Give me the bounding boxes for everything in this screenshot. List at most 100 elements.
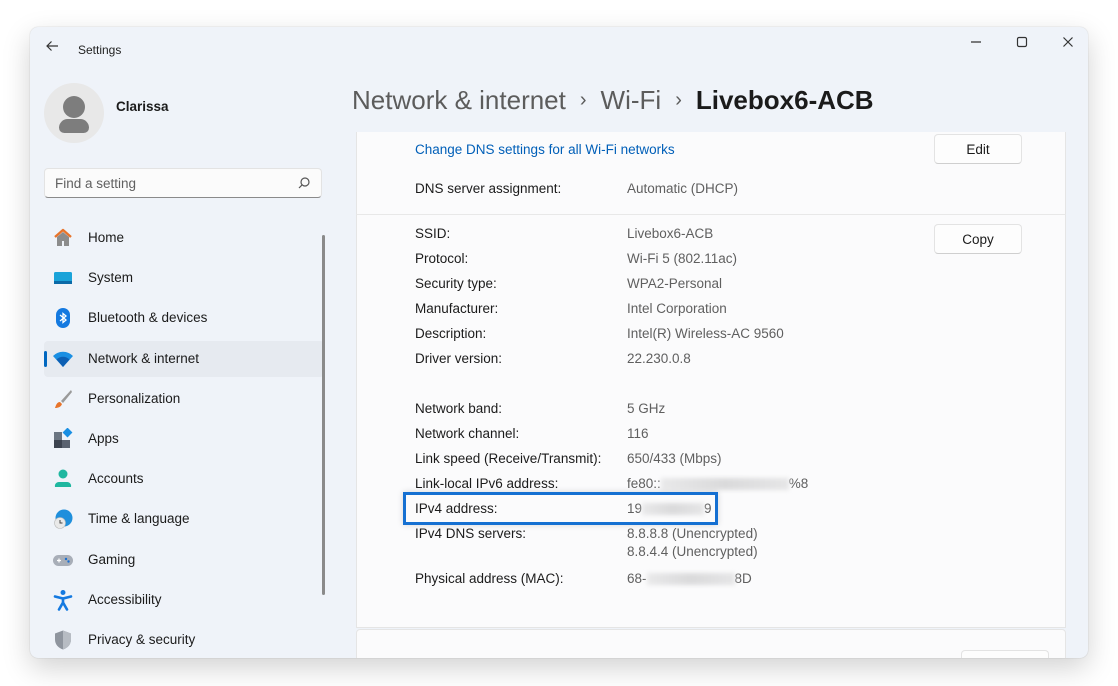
- sidebar-item-network[interactable]: Network & internet: [44, 340, 324, 377]
- row-value: 8.8.8.8 (Unencrypted): [627, 526, 758, 541]
- row-value: 5 GHz: [627, 401, 666, 416]
- sidebar-item-time-language[interactable]: Time & language: [44, 501, 324, 537]
- sidebar-item-accounts[interactable]: Accounts: [44, 461, 324, 497]
- content-panel: Change DNS settings for all Wi-Fi networ…: [356, 132, 1068, 658]
- avatar: [44, 83, 104, 143]
- row-value: 650/433 (Mbps): [627, 451, 722, 466]
- time-language-icon: [52, 508, 74, 530]
- back-arrow-icon: [46, 41, 58, 51]
- settings-window: Settings Clarissa Home: [30, 27, 1088, 658]
- sidebar-item-bluetooth[interactable]: Bluetooth & devices: [44, 300, 324, 336]
- avatar-head-icon: [63, 96, 85, 118]
- sidebar-item-apps[interactable]: Apps: [44, 421, 324, 457]
- breadcrumb-current-network: Livebox6-ACB: [695, 85, 874, 115]
- maximize-icon: [1016, 36, 1028, 48]
- sidebar-item-label: Gaming: [88, 551, 136, 567]
- accounts-icon: [52, 468, 74, 490]
- sidebar-nav: Home System Bluetooth & devices Network …: [44, 220, 324, 658]
- avatar-body-icon: [59, 119, 89, 133]
- redacted-blur: [660, 478, 789, 491]
- sidebar-item-home[interactable]: Home: [44, 220, 324, 256]
- change-dns-link[interactable]: Change DNS settings for all Wi-Fi networ…: [415, 142, 675, 157]
- breadcrumb-wifi[interactable]: Wi-Fi: [601, 85, 662, 116]
- row-value: Intel(R) Wireless-AC 9560: [627, 326, 784, 341]
- active-indicator: [44, 350, 47, 367]
- row-key: Driver version:: [415, 351, 503, 366]
- row-key: Physical address (MAC):: [415, 571, 564, 586]
- system-icon: [52, 267, 74, 289]
- chevron-right-icon: ›: [675, 89, 682, 111]
- sidebar-item-personalization[interactable]: Personalization: [44, 381, 324, 417]
- sidebar-item-gaming[interactable]: Gaming: [44, 542, 324, 578]
- sidebar-item-label: Time & language: [88, 511, 190, 527]
- title-bar: Settings: [30, 27, 1088, 71]
- brush-icon: [52, 388, 74, 410]
- next-card-button[interactable]: [961, 650, 1049, 658]
- row-value: 22.230.0.8: [627, 351, 691, 366]
- search-icon[interactable]: [297, 176, 311, 190]
- search-input[interactable]: [45, 169, 285, 197]
- row-value-secondary: 8.8.4.4 (Unencrypted): [627, 544, 758, 559]
- chevron-right-icon: ›: [579, 89, 587, 111]
- search-box[interactable]: [44, 168, 322, 198]
- minimize-button[interactable]: [953, 27, 999, 57]
- sidebar-item-label: System: [88, 270, 134, 286]
- sidebar-item-privacy-security[interactable]: Privacy & security: [44, 622, 324, 658]
- minimize-icon: [971, 41, 981, 43]
- row-value: 68- 8D: [627, 571, 752, 586]
- row-key: Network channel:: [415, 426, 520, 441]
- apps-icon: [52, 427, 74, 450]
- close-icon: [1063, 37, 1073, 47]
- accessibility-icon: [52, 589, 74, 611]
- row-key: Protocol:: [415, 251, 469, 266]
- network-properties-card: Copy SSID: Livebox6-ACB Protocol: Wi-Fi …: [356, 214, 1066, 628]
- sidebar-scrollbar[interactable]: [322, 235, 325, 595]
- breadcrumb: Network & internet › Wi-Fi › Livebox6-AC…: [352, 85, 874, 116]
- sidebar-item-label: Bluetooth & devices: [88, 310, 208, 326]
- shield-icon: [52, 629, 74, 651]
- sidebar-item-label: Home: [88, 230, 125, 245]
- value-suffix: 8D: [734, 571, 752, 586]
- row-key: Link speed (Receive/Transmit):: [415, 451, 602, 466]
- edit-button[interactable]: Edit: [934, 134, 1022, 164]
- value-suffix: %8: [788, 476, 809, 491]
- redacted-blur: [646, 573, 735, 586]
- row-key: Security type:: [415, 276, 497, 291]
- row-value: Wi-Fi 5 (802.11ac): [627, 251, 738, 266]
- copy-button[interactable]: Copy: [934, 224, 1022, 254]
- row-value: 116: [627, 426, 649, 441]
- app-title: Settings: [78, 43, 122, 57]
- sidebar-item-label: Accessibility: [88, 591, 162, 607]
- sidebar-item-label: Accounts: [88, 471, 144, 487]
- row-key: Manufacturer:: [415, 301, 499, 316]
- row-value: fe80:: %8: [627, 476, 808, 491]
- row-key: Network band:: [415, 401, 503, 416]
- value-prefix: 68-: [627, 571, 647, 586]
- dns-settings-card: Change DNS settings for all Wi-Fi networ…: [356, 132, 1066, 214]
- sidebar-item-accessibility[interactable]: Accessibility: [44, 582, 324, 618]
- back-button[interactable]: [42, 39, 62, 59]
- sidebar-item-label: Privacy & security: [88, 631, 196, 647]
- bluetooth-icon: [52, 307, 74, 329]
- sidebar-item-label: Personalization: [88, 390, 181, 406]
- row-key: DNS server assignment:: [415, 181, 562, 196]
- maximize-button[interactable]: [999, 27, 1045, 57]
- home-icon: [52, 227, 74, 249]
- row-key: IPv4 DNS servers:: [415, 526, 527, 541]
- row-key: SSID:: [415, 226, 451, 241]
- sidebar-item-system[interactable]: System: [44, 260, 324, 296]
- row-key: Description:: [415, 326, 487, 341]
- breadcrumb-network-internet[interactable]: Network & internet: [352, 85, 566, 116]
- user-name: Clarissa: [116, 99, 169, 114]
- wifi-icon: [52, 348, 74, 370]
- sidebar-item-label: Apps: [88, 430, 119, 446]
- row-value: Livebox6-ACB: [627, 226, 714, 241]
- close-button[interactable]: [1045, 27, 1088, 57]
- row-value: Automatic (DHCP): [627, 181, 739, 196]
- sidebar-item-label: Network & internet: [88, 350, 200, 366]
- row-value: WPA2-Personal: [627, 276, 723, 291]
- ipv4-highlight-box: [403, 492, 718, 525]
- gamepad-icon: [52, 549, 74, 571]
- row-key: Link-local IPv6 address:: [415, 476, 559, 491]
- next-settings-card: [356, 629, 1066, 658]
